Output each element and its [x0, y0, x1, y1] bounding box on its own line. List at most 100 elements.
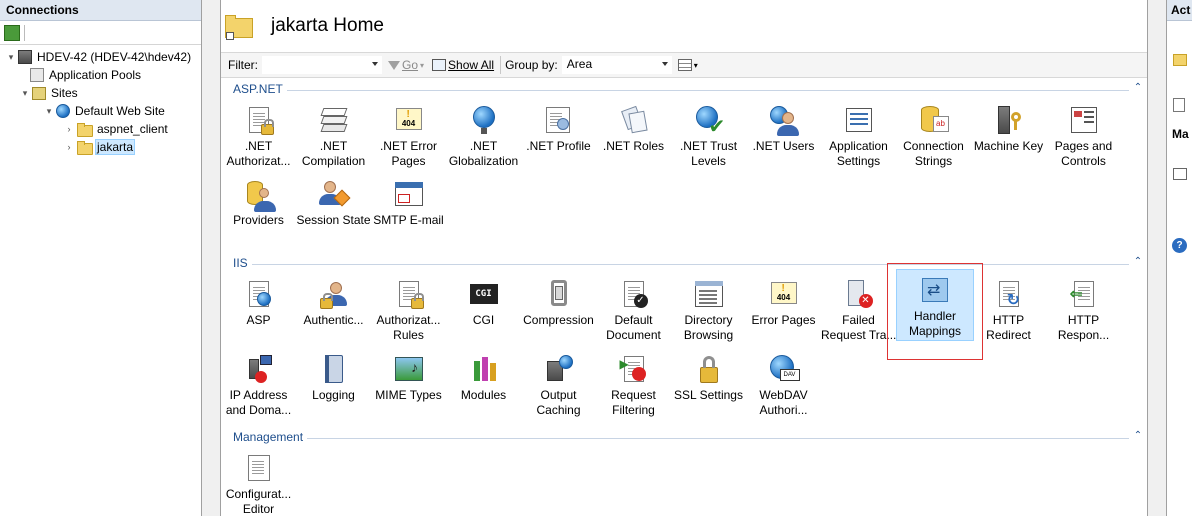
feature-smtp-email[interactable]: SMTP E-mail	[371, 178, 446, 228]
tree-node-label: aspnet_client	[97, 122, 168, 136]
feature-logging[interactable]: Logging	[296, 353, 371, 403]
tree-node-default-web-site[interactable]: ▾ Default Web Site	[0, 102, 201, 120]
feature-label: Caching	[536, 403, 581, 417]
dropdown-arrow-icon	[372, 62, 378, 66]
help-icon[interactable]: ?	[1172, 238, 1187, 253]
show-all-button[interactable]: Show All	[430, 58, 496, 72]
smtp-email-icon	[393, 178, 425, 210]
pane-splitter[interactable]	[1148, 0, 1166, 516]
tree-node-label: HDEV-42 (HDEV-42\hdev42)	[37, 50, 192, 64]
expand-arrow-icon[interactable]: ›	[64, 124, 74, 134]
pane-splitter[interactable]	[202, 0, 220, 516]
feature-cgi[interactable]: CGI CGI	[446, 278, 521, 328]
application-pools-icon	[30, 68, 44, 82]
collapse-arrow-icon[interactable]: ▾	[44, 106, 54, 117]
group-label: Management	[233, 430, 308, 444]
feature-configuration-editor[interactable]: Configurat... Editor	[221, 452, 296, 516]
feature-label: SMTP E-mail	[373, 213, 444, 227]
tree-node-sites[interactable]: ▾ Sites	[0, 84, 201, 102]
feature-request-filtering[interactable]: ▶ Request Filtering	[596, 353, 671, 418]
feature-net-authorization[interactable]: .NET Authorizat...	[221, 104, 296, 169]
feature-label: Machine Key	[973, 139, 1044, 153]
compression-icon	[543, 278, 575, 310]
feature-label: Logging	[312, 388, 355, 402]
request-filtering-icon: ▶	[618, 353, 650, 385]
feature-net-users[interactable]: .NET Users	[746, 104, 821, 154]
feature-label: .NET Roles	[602, 139, 665, 153]
connect-icon[interactable]	[4, 24, 20, 41]
feature-application-settings[interactable]: Application Settings	[821, 104, 896, 169]
feature-connection-strings[interactable]: ab Connection Strings	[896, 104, 971, 169]
error-page-icon: 404	[768, 278, 800, 310]
feature-mime-types[interactable]: ♪ MIME Types	[371, 353, 446, 403]
http-redirect-icon: ↻	[993, 278, 1025, 310]
feature-label: Request	[611, 388, 656, 402]
feature-failed-request-tracing[interactable]: ✕ Failed Request Tra...	[821, 278, 896, 343]
feature-error-pages[interactable]: 404 Error Pages	[746, 278, 821, 328]
feature-asp[interactable]: ASP	[221, 278, 296, 328]
view-mode-button[interactable]: ▾	[676, 59, 700, 71]
feature-pages-and-controls[interactable]: Pages and Controls	[1046, 104, 1121, 169]
net-compilation-icon	[318, 104, 350, 136]
feature-providers[interactable]: Providers	[221, 178, 296, 228]
feature-ssl-settings[interactable]: SSL Settings	[671, 353, 746, 403]
feature-net-globalization[interactable]: .NET Globalization	[446, 104, 521, 169]
feature-net-compilation[interactable]: .NET Compilation	[296, 104, 371, 169]
collapse-arrow-icon[interactable]: ▾	[6, 52, 16, 63]
feature-default-document[interactable]: ✓ Default Document	[596, 278, 671, 343]
providers-icon	[243, 178, 276, 212]
explore-icon[interactable]	[1173, 54, 1187, 66]
feature-session-state[interactable]: Session State	[296, 178, 371, 228]
feature-webdav-authoring[interactable]: DAV WebDAV Authori...	[746, 353, 821, 418]
filter-input[interactable]	[262, 56, 382, 74]
collapse-group-icon[interactable]: ⌃	[1133, 257, 1143, 267]
application-folder-icon	[76, 139, 93, 155]
feature-machine-key[interactable]: Machine Key	[971, 104, 1046, 154]
feature-label: SSL Settings	[674, 388, 743, 402]
feature-authorization-rules[interactable]: Authorizat... Rules	[371, 278, 446, 343]
group-header-aspnet[interactable]: ASP.NET ⌃	[233, 82, 1143, 98]
feature-modules[interactable]: Modules	[446, 353, 521, 403]
edit-permissions-icon[interactable]	[1173, 98, 1185, 112]
feature-directory-browsing[interactable]: Directory Browsing	[671, 278, 746, 343]
folder-icon	[76, 121, 93, 137]
feature-label: Pages	[391, 154, 426, 168]
tree-node-label: Sites	[51, 86, 78, 100]
collapse-group-icon[interactable]: ⌃	[1133, 431, 1143, 441]
feature-label: Globalization	[448, 154, 519, 168]
expand-arrow-icon[interactable]: ›	[64, 142, 74, 152]
go-button[interactable]: Go ▾	[386, 58, 426, 72]
feature-label: IP Address	[229, 388, 288, 402]
tree-node-application-pools[interactable]: Application Pools	[0, 66, 201, 84]
feature-net-error-pages[interactable]: 404 .NET Error Pages	[371, 104, 446, 169]
group-by-label: Group by:	[505, 58, 558, 72]
feature-http-redirect[interactable]: ↻ HTTP Redirect	[971, 278, 1046, 343]
feature-handler-mappings[interactable]: Handler Mappings	[887, 263, 983, 360]
sites-icon	[32, 86, 46, 100]
collapse-group-icon[interactable]: ⌃	[1133, 83, 1143, 93]
feature-compression[interactable]: Compression	[521, 278, 596, 328]
feature-label: Request Tra...	[821, 328, 896, 342]
selected-feature-highlight: Handler Mappings	[896, 269, 974, 341]
feature-output-caching[interactable]: Output Caching	[521, 353, 596, 418]
tree-node-server[interactable]: ▾ HDEV-42 (HDEV-42\hdev42)	[0, 48, 201, 66]
tree-node-aspnet-client[interactable]: › aspnet_client	[0, 120, 201, 138]
feature-net-roles[interactable]: .NET Roles	[596, 104, 671, 154]
feature-authentication[interactable]: Authentic...	[296, 278, 371, 328]
connections-tree: ▾ HDEV-42 (HDEV-42\hdev42) Application P…	[0, 45, 201, 156]
feature-http-response-headers[interactable]: ⇐ HTTP Respon...	[1046, 278, 1121, 343]
group-by-select[interactable]: Area	[561, 56, 672, 74]
feature-ip-address-and-domain[interactable]: IP Address and Doma...	[221, 353, 296, 418]
group-header-management[interactable]: Management ⌃	[233, 430, 1143, 446]
browse-icon[interactable]	[1173, 168, 1187, 180]
feature-label: Application	[829, 139, 888, 153]
tree-node-jakarta[interactable]: › jakarta	[0, 138, 201, 156]
manage-section-label: Ma	[1172, 127, 1189, 141]
feature-net-profile[interactable]: .NET Profile	[521, 104, 596, 154]
collapse-arrow-icon[interactable]: ▾	[20, 88, 30, 99]
group-label: ASP.NET	[233, 82, 287, 96]
group-header-iis[interactable]: IIS ⌃	[233, 256, 1143, 272]
feature-net-trust-levels[interactable]: ✔ .NET Trust Levels	[671, 104, 746, 169]
actions-header: Act	[1167, 0, 1192, 21]
lock-icon	[693, 353, 725, 385]
